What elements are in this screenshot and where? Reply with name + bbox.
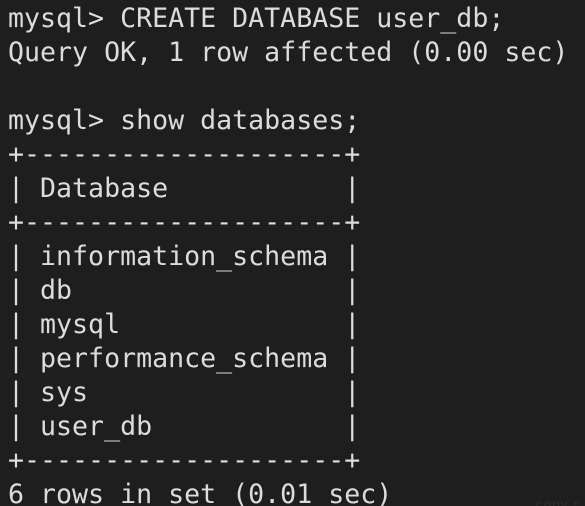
table-separator-top: +--------------------+ — [8, 139, 361, 170]
terminal-line-command-show-databases: mysql> show databases; — [8, 105, 361, 136]
table-row: | sys | — [8, 377, 361, 408]
table-separator-middle: +--------------------+ — [8, 207, 361, 238]
table-row: | db | — [8, 275, 361, 306]
table-header-row: | Database | — [8, 173, 361, 204]
table-row: | information_schema | — [8, 241, 361, 272]
terminal-line-command-create: mysql> CREATE DATABASE user_db; — [8, 3, 505, 34]
terminal-line-create-status: Query OK, 1 row affected (0.00 sec) — [8, 37, 569, 68]
table-row: | user_db | — [8, 411, 361, 442]
table-separator-bottom: +--------------------+ — [8, 445, 361, 476]
table-row: | performance_schema | — [8, 343, 361, 374]
terminal-window[interactable]: mysql> CREATE DATABASE user_db; Query OK… — [0, 0, 585, 506]
terminal-line-row-count-status: 6 rows in set (0.01 sec) — [8, 479, 393, 506]
table-row: | mysql | — [8, 309, 361, 340]
